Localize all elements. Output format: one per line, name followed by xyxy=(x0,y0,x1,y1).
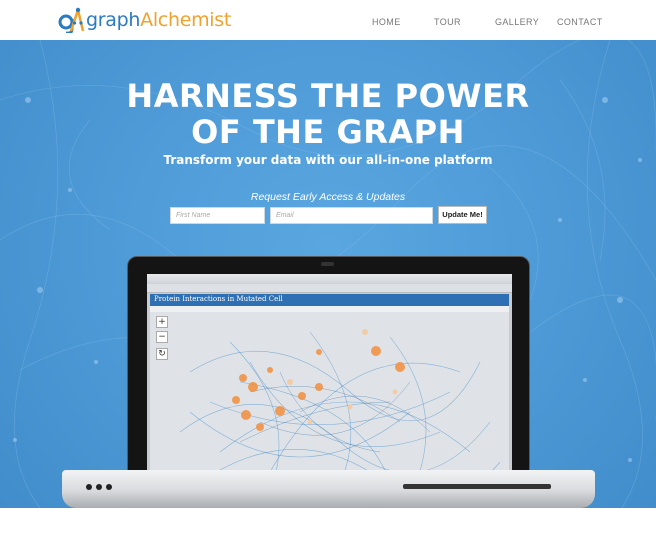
subheadline: Transform your data with our all-in-one … xyxy=(163,153,493,167)
email-field[interactable]: Email xyxy=(270,207,433,224)
brand-name-part1: graph xyxy=(86,9,141,31)
update-me-button[interactable]: Update Me! xyxy=(438,206,487,224)
brand-name: graphAlchemist xyxy=(86,9,231,31)
indicator-dot xyxy=(106,484,112,490)
hero-section: HARNESS THE POWER OF THE GRAPH Transform… xyxy=(0,40,656,550)
laptop-slot xyxy=(403,484,551,489)
zoom-in-button[interactable]: + xyxy=(156,316,168,328)
graph-nodes-icon xyxy=(58,7,85,35)
indicator-dot xyxy=(86,484,92,490)
app-title-bar: Protein Interactions in Mutated Cell xyxy=(150,294,509,306)
brand-logo[interactable]: graphAlchemist xyxy=(58,6,231,35)
browser-url-bar xyxy=(147,284,512,293)
headline-line-1: HARNESS THE POWER xyxy=(126,77,530,115)
signup-form-label: Request Early Access & Updates xyxy=(250,191,406,203)
reset-view-icon[interactable]: ↻ xyxy=(156,348,168,360)
camera-icon xyxy=(321,262,334,266)
nav-link-gallery[interactable]: GALLERY xyxy=(495,17,539,27)
browser-chrome xyxy=(147,274,512,284)
indicator-dot xyxy=(96,484,102,490)
top-navigation-bar: graphAlchemist HOME TOUR GALLERY CONTACT xyxy=(0,0,656,40)
app-title: Protein Interactions in Mutated Cell xyxy=(154,295,283,303)
headline-line-2: OF THE GRAPH xyxy=(191,113,465,151)
first-name-field[interactable]: First Name xyxy=(170,207,265,224)
brand-name-part2: Alchemist xyxy=(140,9,232,31)
zoom-out-button[interactable]: − xyxy=(156,331,168,343)
page-bottom xyxy=(0,508,656,550)
nav-link-tour[interactable]: TOUR xyxy=(434,17,461,27)
laptop-base xyxy=(62,470,595,508)
nav-link-contact[interactable]: CONTACT xyxy=(557,17,603,27)
nav-link-home[interactable]: HOME xyxy=(372,17,401,27)
